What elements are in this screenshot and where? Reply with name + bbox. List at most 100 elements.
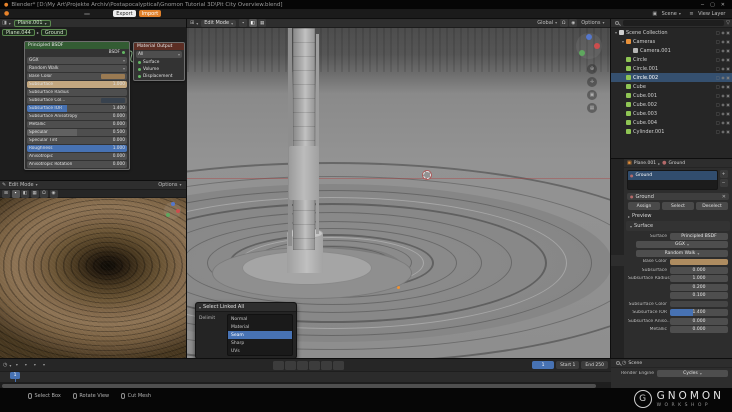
bsdf-input-row[interactable]: Base Color [27, 73, 127, 80]
hide-eye-icon[interactable]: ◉ [721, 30, 725, 35]
breadcrumb-object[interactable]: Plane.001 [634, 161, 656, 166]
delimit-option[interactable]: Normal [228, 315, 292, 323]
bsdf-input-row[interactable]: Subsurface Col... [27, 97, 127, 104]
camera-visibility-icon[interactable]: ▣ [726, 129, 730, 134]
outliner-row[interactable]: ▾ Cube.003 □ ◉ ▣ [611, 109, 732, 118]
properties-tab-icon[interactable] [611, 255, 624, 266]
exclude-checkbox-icon[interactable]: □ [716, 129, 720, 134]
camera-visibility-icon[interactable]: ▣ [726, 93, 730, 98]
camera-visibility-icon[interactable]: ▣ [726, 102, 730, 107]
timeline-menu[interactable] [38, 362, 47, 368]
base-color-swatch[interactable] [670, 258, 728, 265]
bsdf-input-row[interactable]: Subsurface 1.000 [27, 81, 127, 88]
timeline-menu[interactable] [29, 362, 38, 368]
camera-view-icon[interactable]: ▣ [587, 90, 597, 100]
exclude-checkbox-icon[interactable]: □ [716, 102, 720, 107]
end-frame-field[interactable]: End 250 [581, 361, 608, 369]
timeline-menu[interactable] [20, 362, 29, 368]
exclude-checkbox-icon[interactable]: □ [716, 120, 720, 125]
nav-gizmo-icon[interactable] [164, 202, 181, 219]
delimit-option[interactable]: Material [228, 323, 292, 331]
face-select-mode-button[interactable]: ▦ [30, 189, 39, 198]
hide-eye-icon[interactable]: ◉ [721, 120, 725, 125]
search-icon[interactable] [616, 361, 620, 365]
remove-slot-button[interactable]: − [719, 179, 728, 187]
color-swatch[interactable] [101, 74, 125, 79]
blender-menu-icon[interactable]: ● [4, 10, 9, 17]
secondary-viewport-canvas[interactable] [0, 198, 186, 359]
render-engine-dropdown[interactable]: Cycles [657, 369, 728, 377]
outliner-row[interactable]: ▾ Circle □ ◉ ▣ [611, 55, 732, 64]
properties-tab-icon[interactable] [611, 244, 624, 255]
transport-button[interactable] [284, 360, 296, 370]
assign-button[interactable]: Assign [628, 202, 660, 210]
breadcrumb-material[interactable]: Ground [669, 161, 686, 166]
tower-mesh[interactable] [288, 28, 292, 246]
options-dropdown[interactable]: Options [156, 182, 184, 188]
workspace-tab[interactable] [102, 13, 108, 15]
exclude-checkbox-icon[interactable]: □ [716, 75, 720, 80]
transport-button[interactable] [332, 360, 344, 370]
proportional-edit-icon[interactable]: ◉ [49, 189, 58, 198]
preview-section-header[interactable]: ▸ Preview [624, 211, 732, 221]
outliner-row[interactable]: ▾ Cylinder.001 □ ◉ ▣ [611, 127, 732, 136]
outliner-row[interactable]: ▾ Cube □ ◉ ▣ [611, 82, 732, 91]
output-input-socket[interactable]: Displacement [134, 73, 184, 80]
transport-button[interactable] [320, 360, 332, 370]
outliner-row[interactable]: ▾ Cameras □ ◉ ▣ [611, 37, 732, 46]
editor-type-dropdown-icon[interactable] [194, 21, 198, 26]
scene-selector[interactable]: Scene [659, 11, 683, 17]
outliner-row[interactable]: ▾ Cube.004 □ ◉ ▣ [611, 118, 732, 127]
exclude-checkbox-icon[interactable]: □ [716, 93, 720, 98]
shader-object-pill[interactable]: Plane.001 [13, 19, 51, 27]
popup-collapse-icon[interactable]: ▾ [199, 305, 201, 310]
exclude-checkbox-icon[interactable]: □ [716, 39, 720, 44]
search-icon[interactable] [615, 21, 619, 25]
outliner-row[interactable]: ▾ Scene Collection □ ◉ ▣ [611, 28, 732, 37]
outliner-row[interactable]: ▾ Circle.002 □ ◉ ▣ [611, 73, 732, 82]
edge-select-mode-button[interactable]: ◧ [248, 19, 257, 27]
properties-tab-icon[interactable] [611, 211, 624, 222]
import-button[interactable]: Import [138, 10, 162, 17]
delimit-option[interactable]: UVs [228, 347, 292, 355]
hide-eye-icon[interactable]: ◉ [721, 84, 725, 89]
subsurface-method-dropdown[interactable]: Random Walk [27, 65, 127, 72]
camera-visibility-icon[interactable]: ▣ [726, 48, 730, 53]
filter-funnel-icon[interactable]: ▽ [726, 20, 730, 26]
maximize-button[interactable]: ▢ [710, 2, 715, 8]
minimize-button[interactable]: ─ [701, 2, 704, 8]
outliner-row[interactable]: ▾ Cube.001 □ ◉ ▣ [611, 91, 732, 100]
transform-orientation-dropdown[interactable]: Global [535, 20, 560, 26]
transport-button[interactable] [296, 360, 308, 370]
camera-visibility-icon[interactable]: ▣ [726, 39, 730, 44]
surface-section-header[interactable]: ▾ Surface [626, 221, 730, 231]
close-button[interactable]: ✕ [721, 2, 725, 8]
nav-gizmo-icon[interactable] [576, 33, 602, 59]
edge-select-mode-button[interactable]: ◧ [21, 189, 29, 198]
deselect-button[interactable]: Deselect [696, 202, 728, 210]
subsurface-radius-z[interactable]: 0.100 [670, 292, 728, 299]
properties-tab-icon[interactable] [611, 266, 624, 277]
properties-tab-icon[interactable] [611, 233, 624, 244]
viewport-canvas[interactable]: ⊕ ✛ ▣ ▦ ▾ Select Linked All Delimit Norm… [187, 28, 610, 358]
view-layer-selector[interactable]: View Layer [696, 11, 728, 17]
select-button[interactable]: Select [662, 202, 694, 210]
output-input-socket[interactable]: Surface [134, 59, 184, 66]
properties-tab-icon[interactable] [611, 178, 624, 189]
metallic-slider[interactable]: 0.000 [670, 326, 728, 333]
exclude-checkbox-icon[interactable]: □ [716, 84, 720, 89]
distribution-dropdown[interactable]: GGX [27, 57, 127, 64]
subsurface-radius-x[interactable]: 1.000 [670, 275, 728, 282]
delimit-option[interactable]: Seam [228, 331, 292, 339]
editor-type-icon[interactable]: ⊞ [2, 189, 10, 198]
subsurface-ior-slider[interactable]: 1.400 [670, 309, 728, 316]
bsdf-input-row[interactable]: Specular 0.500 [27, 129, 127, 136]
export-button[interactable]: Export [113, 10, 136, 17]
exclude-checkbox-icon[interactable]: □ [716, 57, 720, 62]
bsdf-input-row[interactable]: Anisotropic Rotation 0.000 [27, 161, 127, 168]
subsurface-color-swatch[interactable] [670, 301, 728, 307]
outliner-row[interactable]: ▾ Camera.001 □ ◉ ▣ [611, 46, 732, 55]
principled-bsdf-node[interactable]: Principled BSDF BSDF GGX Random Walk Bas… [24, 41, 130, 170]
options-dropdown[interactable]: Options [579, 20, 607, 26]
outliner-row[interactable]: ▾ Cube.002 □ ◉ ▣ [611, 100, 732, 109]
